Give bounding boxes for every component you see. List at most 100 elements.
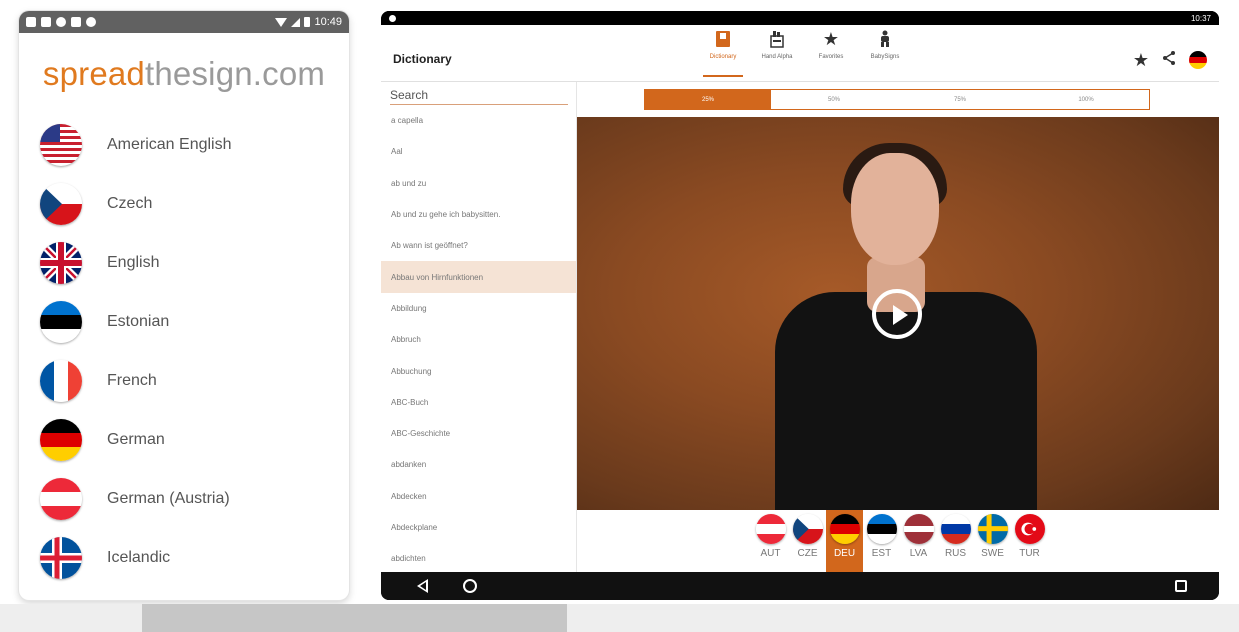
tab-label: Dictionary bbox=[709, 54, 737, 60]
speed-option[interactable]: 25% bbox=[645, 90, 771, 109]
word-list-item[interactable]: Ab und zu gehe ich babysitten. bbox=[381, 199, 576, 230]
rus-flag-icon bbox=[940, 514, 971, 544]
est-flag-icon bbox=[40, 300, 82, 343]
tab-label: Favorites bbox=[818, 54, 844, 60]
speed-option[interactable]: 50% bbox=[771, 90, 897, 109]
notification-icons bbox=[26, 17, 96, 27]
sign-language-option[interactable]: LVA bbox=[900, 510, 937, 572]
android-nav-bar bbox=[381, 572, 1219, 600]
language-item[interactable]: American English bbox=[19, 115, 349, 174]
language-item[interactable]: Icelandic bbox=[19, 528, 349, 587]
aut-flag-icon bbox=[40, 477, 82, 520]
language-code: AUT bbox=[760, 548, 781, 559]
speed-option[interactable]: 100% bbox=[1023, 90, 1149, 109]
back-icon-inner bbox=[420, 582, 426, 590]
star-icon: ★ bbox=[822, 29, 840, 49]
app-toolbar: Dictionary Dictionary Hand Alpha ★ Favorite… bbox=[381, 25, 1219, 82]
word-list-item[interactable]: Aal bbox=[381, 136, 576, 167]
notification-icon bbox=[389, 14, 396, 22]
sign-language-option[interactable]: CZE bbox=[789, 510, 826, 572]
system-icons: 10:49 bbox=[275, 16, 342, 28]
word-list-item[interactable]: a capella bbox=[381, 105, 576, 136]
word-list-item[interactable]: Abdecken bbox=[381, 481, 576, 512]
tablet-clock: 10:37 bbox=[1190, 13, 1211, 23]
usa-flag-icon bbox=[40, 123, 82, 166]
language-label: Icelandic bbox=[107, 548, 171, 566]
word-list-item[interactable]: Abbruch bbox=[381, 324, 576, 355]
word-list-item[interactable]: Abbuchung bbox=[381, 355, 576, 386]
share-icon[interactable] bbox=[1161, 50, 1177, 69]
language-label: Czech bbox=[107, 194, 153, 212]
language-item[interactable]: Czech bbox=[19, 174, 349, 233]
tab-label: Hand Alpha bbox=[761, 54, 793, 60]
cze-flag-icon bbox=[40, 182, 82, 225]
speed-option[interactable]: 75% bbox=[897, 90, 1023, 109]
sign-language-option[interactable]: TUR bbox=[1011, 510, 1048, 572]
cze-flag-icon bbox=[792, 514, 823, 544]
word-list-item[interactable]: Abbau von Hirnfunktionen bbox=[381, 261, 576, 293]
signer-head bbox=[851, 153, 939, 265]
sign-language-option[interactable]: SWE bbox=[974, 510, 1011, 572]
sign-language-option[interactable]: DEU bbox=[826, 510, 863, 572]
tab-hand-alpha[interactable]: Hand Alpha bbox=[757, 30, 797, 60]
screenshot-stage: 10:49 spreadthesign.com American English… bbox=[0, 0, 1239, 632]
word-list: a capella Aal ab und zu Ab und zu gehe ich … bbox=[381, 105, 576, 572]
language-label: English bbox=[107, 253, 160, 271]
lva-flag-icon bbox=[903, 514, 934, 544]
language-code: EST bbox=[871, 548, 892, 559]
language-code: CZE bbox=[797, 548, 818, 559]
battery-icon bbox=[304, 17, 311, 27]
est-flag-icon bbox=[866, 514, 897, 544]
hand-alphabet-icon bbox=[768, 30, 786, 48]
language-item[interactable]: German bbox=[19, 410, 349, 469]
word-list-item[interactable]: ab und zu bbox=[381, 168, 576, 199]
deu-flag-icon bbox=[40, 418, 82, 461]
tab-label: BabySigns bbox=[870, 54, 900, 60]
gallery-scrollbar[interactable] bbox=[0, 604, 1239, 632]
search-input[interactable]: Search bbox=[390, 85, 568, 105]
tablet-status-bar: 10:37 bbox=[381, 11, 1219, 25]
word-list-item[interactable]: ABC-Buch bbox=[381, 387, 576, 418]
word-list-item[interactable]: abdanken bbox=[381, 449, 576, 480]
recent-apps-icon[interactable] bbox=[1175, 580, 1187, 592]
language-code: LVA bbox=[909, 548, 928, 559]
logo-part-domain: thesign.com bbox=[144, 55, 326, 92]
word-list-item[interactable]: abdichten bbox=[381, 543, 576, 572]
language-code: TUR bbox=[1019, 548, 1040, 559]
gbr-flag-icon bbox=[40, 241, 82, 284]
section-nav: Dictionary Hand Alpha ★ Favorites BabySigns bbox=[703, 30, 905, 60]
isl-flag-icon bbox=[40, 536, 82, 579]
word-list-panel: Search a capella Aal ab und zu Ab und zu ge… bbox=[381, 82, 577, 572]
word-list-item[interactable]: ABC-Geschichte bbox=[381, 418, 576, 449]
scrollbar-thumb[interactable] bbox=[142, 604, 567, 632]
language-code: RUS bbox=[944, 548, 967, 559]
word-list-item[interactable]: Abdeckplane bbox=[381, 512, 576, 543]
language-item[interactable]: German (Austria) bbox=[19, 469, 349, 528]
sign-video[interactable] bbox=[577, 117, 1219, 510]
word-list-item[interactable]: Abbildung bbox=[381, 293, 576, 324]
play-icon[interactable] bbox=[872, 289, 922, 339]
language-item[interactable]: French bbox=[19, 351, 349, 410]
language-item[interactable]: Estonian bbox=[19, 292, 349, 351]
sign-language-option[interactable]: RUS bbox=[937, 510, 974, 572]
home-icon[interactable] bbox=[463, 579, 477, 593]
tab-babysigns[interactable]: BabySigns bbox=[865, 30, 905, 60]
tab-dictionary[interactable]: Dictionary bbox=[703, 30, 743, 60]
toolbar-actions: ★ bbox=[1133, 50, 1207, 69]
tablet-screen: 10:37 Dictionary Dictionary Hand Alpha ★ Fa… bbox=[381, 11, 1219, 600]
book-icon bbox=[714, 30, 732, 48]
signal-icon bbox=[291, 17, 301, 27]
tab-favorites[interactable]: ★ Favorites bbox=[811, 30, 851, 60]
phone-screen: 10:49 spreadthesign.com American English… bbox=[19, 11, 349, 600]
language-flag-button[interactable] bbox=[1189, 50, 1207, 69]
word-list-item[interactable]: Ab wann ist geöffnet? bbox=[381, 230, 576, 261]
notification-icon bbox=[86, 17, 96, 27]
wifi-icon bbox=[275, 17, 288, 27]
sign-language-option[interactable]: AUT bbox=[752, 510, 789, 572]
language-item[interactable]: English bbox=[19, 233, 349, 292]
favorite-star-icon[interactable]: ★ bbox=[1133, 51, 1149, 69]
language-label: American English bbox=[107, 135, 232, 153]
video-area: 25% 50% 75% 100% AUT CZE DEU EST LVA RUS SWE TUR bbox=[577, 82, 1219, 572]
sign-language-option[interactable]: EST bbox=[863, 510, 900, 572]
language-code: SWE bbox=[981, 548, 1004, 559]
